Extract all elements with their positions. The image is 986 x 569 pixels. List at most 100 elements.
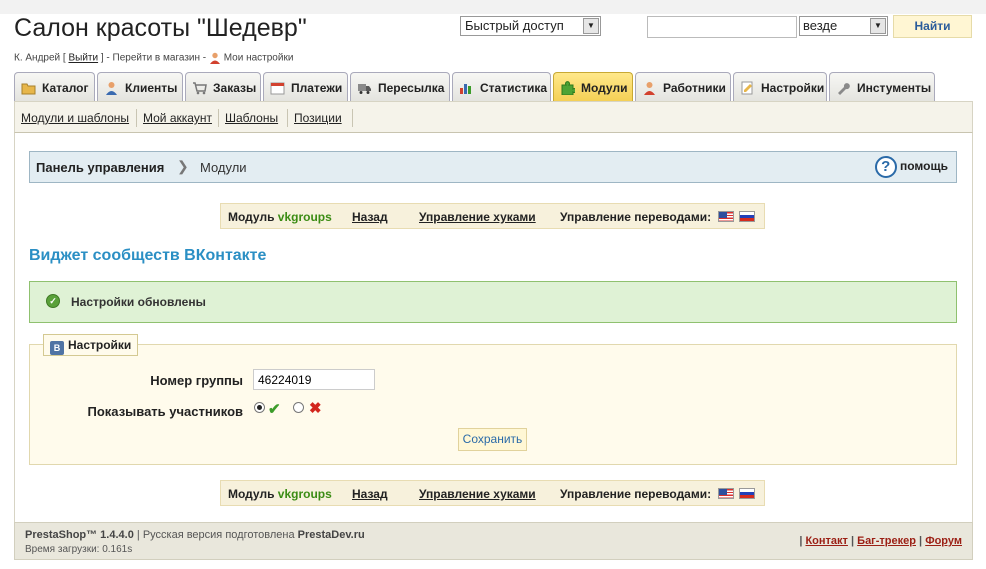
- chevron-right-icon: ❯: [177, 158, 189, 174]
- tab-label: Настройки: [761, 81, 825, 95]
- logout-link[interactable]: Выйти: [68, 53, 98, 64]
- module-label: Модуль vkgroups: [228, 487, 332, 501]
- tab-label: Работники: [663, 81, 726, 95]
- tab-payments[interactable]: Платежи: [263, 72, 348, 102]
- sub-navigation: Модули и шаблоны Мой аккаунт Шаблоны Поз…: [14, 101, 973, 133]
- subnav-divider: [136, 109, 137, 127]
- subnav-divider: [352, 109, 353, 127]
- save-button[interactable]: Сохранить: [458, 428, 527, 451]
- subnav-my-account[interactable]: Мой аккаунт: [143, 111, 212, 125]
- show-members-yes-radio[interactable]: [254, 402, 265, 413]
- cart-icon: [192, 76, 207, 95]
- module-label-text: Модуль: [228, 210, 275, 224]
- tab-label: Инстументы: [857, 81, 932, 95]
- footer-credits: PrestaShop™ 1.4.4.0 | Русская версия под…: [25, 529, 365, 541]
- footer-bugtracker-link[interactable]: Баг-трекер: [857, 535, 916, 547]
- group-id-label: Номер группы: [150, 373, 243, 388]
- manage-translations-label: Управление переводами:: [560, 487, 712, 501]
- search-button[interactable]: Найти: [893, 15, 972, 38]
- check-circle-icon: ✓: [46, 294, 60, 308]
- us-flag-icon[interactable]: [718, 488, 734, 499]
- user-icon: [104, 76, 119, 95]
- footer-contact-link[interactable]: Контакт: [805, 535, 847, 547]
- tab-label: Клиенты: [125, 81, 178, 95]
- back-link[interactable]: Назад: [352, 210, 388, 224]
- tab-clients[interactable]: Клиенты: [97, 72, 183, 102]
- footer-rus-site[interactable]: PrestaDev.ru: [298, 529, 365, 541]
- tab-label: Статистика: [480, 81, 548, 95]
- goto-shop-link[interactable]: Перейти в магазин: [113, 53, 201, 64]
- search-scope-select[interactable]: везде ▼: [799, 16, 888, 36]
- tab-orders[interactable]: Заказы: [185, 72, 261, 102]
- show-members-no-radio[interactable]: [293, 402, 304, 413]
- success-alert: ✓ Настройки обновлены: [29, 281, 957, 323]
- employee-icon: [642, 76, 657, 95]
- folder-icon: [21, 76, 36, 95]
- cross-icon: ✖: [309, 400, 322, 417]
- user-name: К. Андрей: [14, 52, 61, 64]
- subnav-positions[interactable]: Позиции: [294, 111, 342, 125]
- module-toolbar-top: Модуль vkgroups Назад Управление хуками …: [220, 203, 765, 229]
- tab-label: Заказы: [213, 81, 257, 95]
- footer-rus-text: Русская версия подготовлена: [142, 529, 295, 541]
- help-label: помощь: [900, 159, 948, 174]
- tab-label: Модули: [581, 81, 628, 95]
- help-button[interactable]: ? помощь: [874, 156, 948, 180]
- shop-title: Салон красоты "Шедевр": [14, 14, 307, 42]
- manage-translations-label: Управление переводами:: [560, 210, 712, 224]
- quick-access-select[interactable]: Быстрый доступ ▼: [460, 16, 601, 36]
- module-name: vkgroups: [277, 487, 332, 501]
- tab-label: Каталог: [42, 81, 89, 95]
- ru-flag-icon[interactable]: [739, 488, 755, 499]
- footer-load-time: Время загрузки: 0.161s: [25, 544, 133, 555]
- tab-employees[interactable]: Работники: [635, 72, 731, 102]
- subnav-modules-themes[interactable]: Модули и шаблоны: [21, 111, 129, 125]
- breadcrumb-current: Модули: [200, 160, 247, 175]
- quick-access-value: Быстрый доступ: [465, 18, 564, 33]
- module-name: vkgroups: [277, 210, 332, 224]
- settings-legend-text: Настройки: [68, 338, 132, 352]
- subnav-themes[interactable]: Шаблоны: [225, 111, 278, 125]
- page-title: Виджет сообществ ВКонтакте: [29, 247, 267, 264]
- settings-doc-icon: [740, 76, 755, 95]
- tab-tools[interactable]: Инстументы: [829, 72, 935, 102]
- manage-hooks-link[interactable]: Управление хуками: [419, 210, 536, 224]
- top-band: [0, 0, 986, 14]
- calendar-icon: [270, 76, 285, 95]
- tab-statistics[interactable]: Статистика: [452, 72, 551, 102]
- vk-icon: B: [50, 341, 64, 355]
- wrench-icon: [836, 76, 851, 95]
- show-members-label: Показывать участников: [87, 404, 243, 419]
- tab-label: Платежи: [291, 81, 343, 95]
- user-settings-icon: [209, 52, 221, 64]
- manage-hooks-link[interactable]: Управление хуками: [419, 487, 536, 501]
- puzzle-icon: [560, 76, 577, 96]
- breadcrumb-home[interactable]: Панель управления: [36, 160, 164, 175]
- tab-label: Пересылка: [378, 81, 445, 95]
- truck-icon: [357, 76, 372, 94]
- check-icon: ✔: [268, 401, 281, 418]
- footer-brand: PrestaShop™ 1.4.4.0: [25, 529, 134, 541]
- module-label: Модуль vkgroups: [228, 210, 332, 224]
- footer-forum-link[interactable]: Форум: [925, 535, 962, 547]
- module-toolbar-bottom: Модуль vkgroups Назад Управление хуками …: [220, 480, 765, 506]
- us-flag-icon[interactable]: [718, 211, 734, 222]
- help-icon: ?: [874, 156, 897, 178]
- chevron-down-icon: ▼: [870, 18, 886, 34]
- my-settings-link[interactable]: Мои настройки: [224, 53, 294, 64]
- search-input[interactable]: [647, 16, 797, 38]
- module-label-text: Модуль: [228, 487, 275, 501]
- back-link[interactable]: Назад: [352, 487, 388, 501]
- group-id-input[interactable]: [253, 369, 375, 390]
- tab-settings[interactable]: Настройки: [733, 72, 827, 102]
- subnav-divider: [287, 109, 288, 127]
- ru-flag-icon[interactable]: [739, 211, 755, 222]
- tab-shipping[interactable]: Пересылка: [350, 72, 450, 102]
- tab-modules[interactable]: Модули: [553, 72, 633, 102]
- settings-legend: B Настройки: [43, 334, 139, 356]
- footer-links: | Контакт | Баг-трекер | Форум: [799, 535, 962, 547]
- breadcrumb: Панель управления ❯ Модули ? помощь: [29, 151, 957, 183]
- subnav-divider: [218, 109, 219, 127]
- success-message: Настройки обновлены: [71, 295, 206, 309]
- tab-catalog[interactable]: Каталог: [14, 72, 95, 102]
